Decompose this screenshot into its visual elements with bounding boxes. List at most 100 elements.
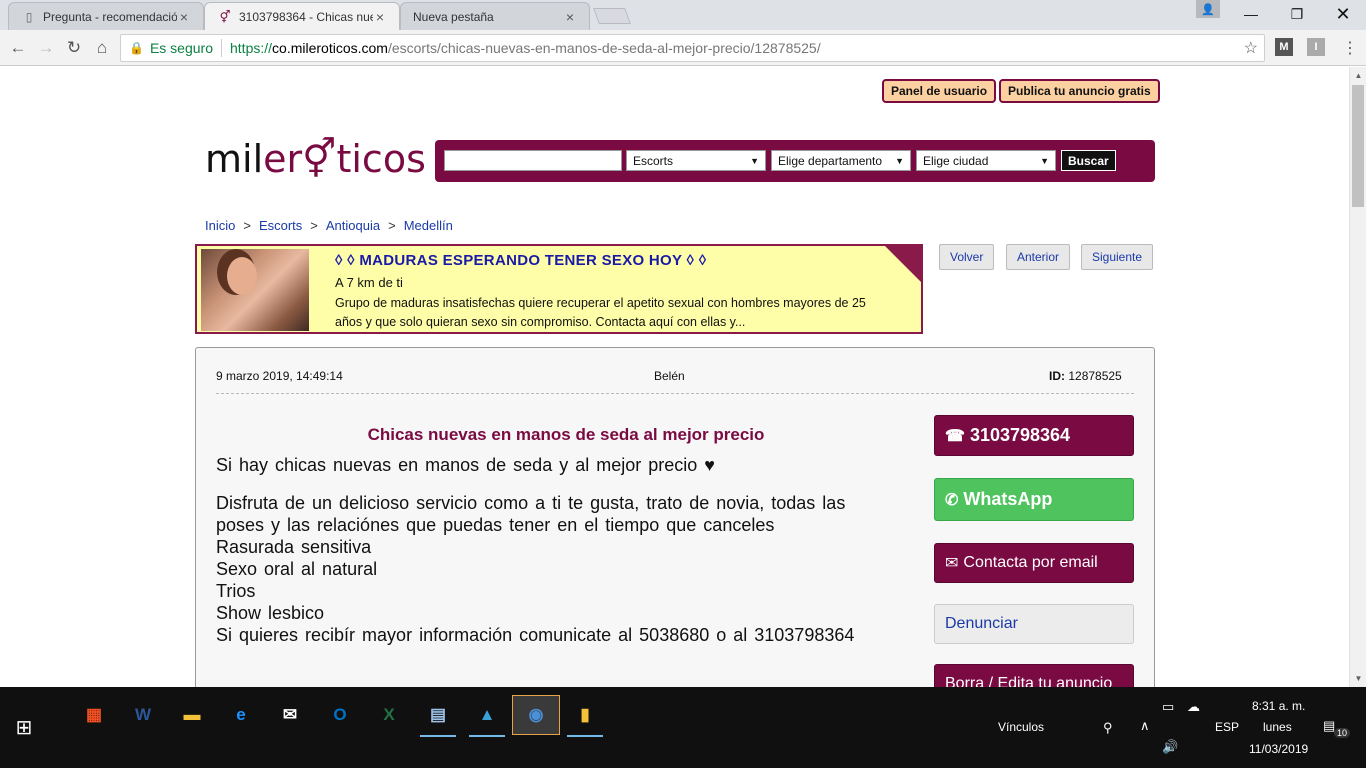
minimize-icon[interactable]: — xyxy=(1228,0,1274,28)
listing-body: Si hay chicas nuevas en manos de seda y … xyxy=(216,454,896,646)
folder-icon[interactable]: ▮ xyxy=(561,695,609,737)
language-indicator[interactable]: ESP xyxy=(1215,720,1239,734)
body-line: Trios xyxy=(216,581,256,601)
dropdown-arrow-icon: ▼ xyxy=(1040,155,1049,166)
store-icon[interactable]: ▦ xyxy=(70,695,118,735)
divider xyxy=(216,393,1134,394)
tab-nueva[interactable]: Nueva pestaña × xyxy=(400,2,590,30)
close-icon[interactable]: × xyxy=(373,9,387,25)
edit-ad-button[interactable]: Borra / Edita tu anuncio xyxy=(934,664,1134,687)
breadcrumb: Inicio > Escorts > Antioquia > Medellín xyxy=(205,218,453,233)
phone-button[interactable]: ☎ 3103798364 xyxy=(934,415,1134,456)
url-scheme: https:// xyxy=(230,40,273,56)
file-explorer-icon[interactable]: ▬ xyxy=(168,695,216,735)
tab-pregunta[interactable]: ▯ Pregunta - recomendació × xyxy=(8,2,204,30)
excel-icon[interactable]: X xyxy=(365,695,413,735)
department-select[interactable]: Elige departamento ▼ xyxy=(771,150,911,171)
body-line: Disfruta de un delicioso servicio como a… xyxy=(216,493,846,535)
ad-photo xyxy=(201,249,309,331)
reload-icon[interactable]: ↻ xyxy=(62,36,86,60)
body-line: Sexo oral al natural xyxy=(216,559,378,579)
listing-name: Belén xyxy=(654,369,685,383)
battery-icon[interactable]: ▭ xyxy=(1162,699,1174,715)
ad-photo-face xyxy=(227,257,257,295)
search-button[interactable]: Buscar xyxy=(1061,150,1116,171)
breadcrumb-medellin[interactable]: Medellín xyxy=(404,218,453,233)
close-window-icon[interactable]: ✕ xyxy=(1320,0,1366,28)
report-button[interactable]: Denunciar xyxy=(934,604,1134,644)
restore-icon[interactable]: ❐ xyxy=(1274,0,1320,28)
network-icon[interactable]: ☁ xyxy=(1187,699,1200,715)
gender-symbol-icon: ⚥ xyxy=(302,137,337,181)
close-icon[interactable]: × xyxy=(177,9,191,25)
body-line: Show lesbico xyxy=(216,603,325,623)
user-profile-icon[interactable]: 👤 xyxy=(1196,0,1220,18)
tab-title: 3103798364 - Chicas nue xyxy=(239,9,373,24)
screen: ▯ Pregunta - recomendació × ⚥ 3103798364… xyxy=(0,0,1366,768)
chevron-up-icon[interactable]: ∧ xyxy=(1140,718,1150,734)
listing-card: 9 marzo 2019, 14:49:14 Belén ID: 1287852… xyxy=(195,347,1155,687)
clock-time[interactable]: 8:31 a. m. xyxy=(1252,699,1305,713)
site-logo[interactable]: miler⚥ticos xyxy=(205,137,426,181)
category-select[interactable]: Escorts ▼ xyxy=(626,150,766,171)
menu-dots-icon[interactable]: ⋮ xyxy=(1338,36,1362,60)
email-button[interactable]: ✉ Contacta por email xyxy=(934,543,1134,583)
scroll-thumb[interactable] xyxy=(1352,85,1364,207)
user-panel-button[interactable]: Panel de usuario xyxy=(882,79,997,103)
lock-icon: 🔒 xyxy=(129,41,144,55)
close-icon[interactable]: × xyxy=(563,9,577,25)
body-line: Si quieres recibír mayor información com… xyxy=(216,625,855,645)
extension-m-icon[interactable]: M xyxy=(1275,38,1293,56)
people-icon[interactable]: ⚲ xyxy=(1103,720,1113,736)
scrollbar[interactable]: ▲ ▼ xyxy=(1349,67,1366,687)
page-icon: ▯ xyxy=(25,9,33,24)
edge-icon[interactable]: e xyxy=(217,695,265,735)
tab-title: Nueva pestaña xyxy=(413,9,494,24)
bookmark-star-icon[interactable]: ☆ xyxy=(1244,38,1258,58)
clock-day[interactable]: lunes xyxy=(1263,720,1292,734)
next-button[interactable]: Siguiente xyxy=(1081,244,1154,270)
phone-icon: ☎ xyxy=(945,427,965,445)
windows-start-icon[interactable]: ⊞ xyxy=(0,687,48,768)
chrome-icon[interactable]: ◉ xyxy=(512,695,560,735)
ad-text: Grupo de maduras insatisfechas quiere re… xyxy=(335,296,866,329)
links-toolbar[interactable]: Vínculos xyxy=(998,720,1044,734)
listing-title: Chicas nuevas en manos de seda al mejor … xyxy=(367,425,765,444)
url-path: /escorts/chicas-nuevas-en-manos-de-seda-… xyxy=(387,40,821,56)
forward-arrow-icon[interactable]: → xyxy=(34,36,58,60)
page-viewport: Panel de usuario Publica tu anuncio grat… xyxy=(0,67,1349,687)
clock-date[interactable]: 11/03/2019 xyxy=(1249,742,1308,756)
back-button[interactable]: Volver xyxy=(939,244,995,270)
scroll-up-icon[interactable]: ▲ xyxy=(1350,67,1366,84)
extension-i-icon[interactable]: I xyxy=(1307,38,1325,56)
publish-ad-button[interactable]: Publica tu anuncio gratis xyxy=(999,79,1160,103)
back-arrow-icon[interactable]: ← xyxy=(6,36,30,60)
url-host: co.mileroticos.com xyxy=(272,40,388,56)
whatsapp-icon: ✆ xyxy=(945,491,959,509)
breadcrumb-antioquia[interactable]: Antioquia xyxy=(326,218,380,233)
outlook-icon[interactable]: O xyxy=(316,695,364,735)
dropdown-arrow-icon: ▼ xyxy=(750,155,759,166)
scroll-down-icon[interactable]: ▼ xyxy=(1350,670,1366,687)
word-icon[interactable]: W xyxy=(119,695,167,735)
new-tab-button[interactable] xyxy=(593,8,631,24)
search-bar: Escorts ▼ Elige departamento ▼ Elige ciuda… xyxy=(435,140,1155,182)
previous-button[interactable]: Anterior xyxy=(1006,244,1071,270)
notification-count: 10 xyxy=(1334,728,1351,738)
body-line: Si hay chicas nuevas en manos de seda y … xyxy=(216,455,715,475)
breadcrumb-escorts[interactable]: Escorts xyxy=(259,218,302,233)
address-bar[interactable]: 🔒 Es seguro https://co.mileroticos.com/e… xyxy=(120,34,1265,62)
tab-chicas[interactable]: ⚥ 3103798364 - Chicas nue × xyxy=(204,2,400,30)
listing-date: 9 marzo 2019, 14:49:14 xyxy=(216,369,343,383)
city-select[interactable]: Elige ciudad ▼ xyxy=(916,150,1056,171)
breadcrumb-inicio[interactable]: Inicio xyxy=(205,218,235,233)
ad-distance: A 7 km de ti xyxy=(335,275,403,290)
volume-icon[interactable]: 🔊 xyxy=(1162,739,1178,755)
ad-banner[interactable]: ◊ ◊ MADURAS ESPERANDO TENER SEXO HOY ◊ ◊… xyxy=(195,244,923,334)
whatsapp-button[interactable]: ✆ WhatsApp xyxy=(934,478,1134,521)
home-icon[interactable]: ⌂ xyxy=(90,36,114,60)
mail-icon[interactable]: ✉ xyxy=(266,695,314,735)
app-icon[interactable]: ▲ xyxy=(463,695,511,737)
search-input[interactable] xyxy=(444,150,622,171)
remote-desktop-icon[interactable]: ▤ xyxy=(414,695,462,737)
